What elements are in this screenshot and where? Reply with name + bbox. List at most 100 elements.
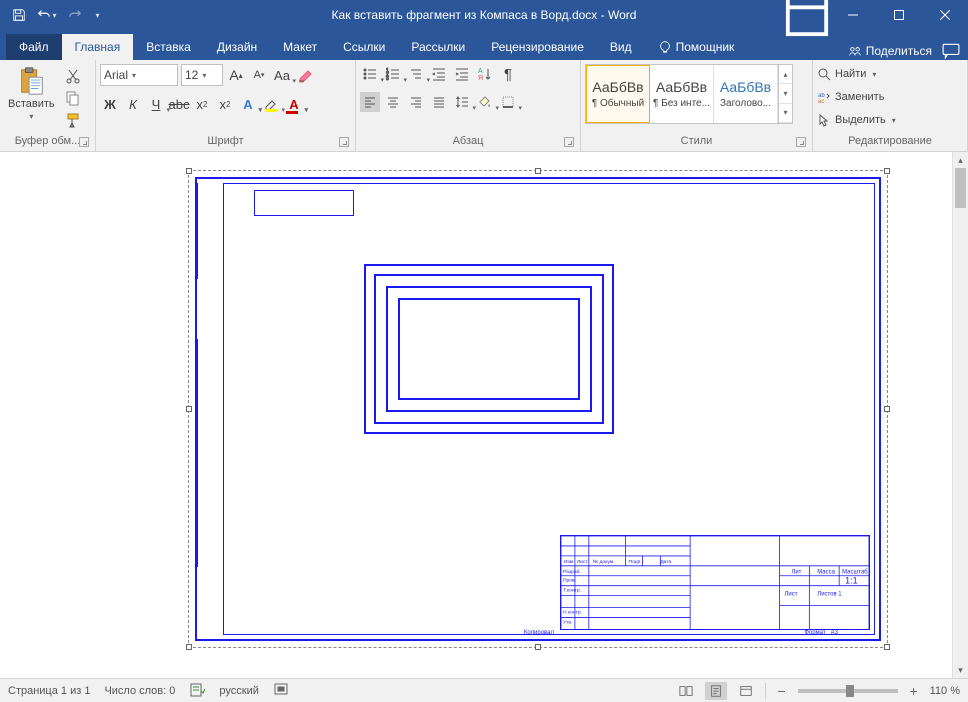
tab-file[interactable]: Файл [6,34,62,60]
bold-button[interactable]: Ж [100,94,120,114]
tab-mailings[interactable]: Рассылки [398,34,478,60]
tell-me-input[interactable]: Помощник [645,34,748,60]
paragraph-dialog-launcher[interactable] [564,137,574,147]
status-proofing-icon[interactable] [189,681,205,700]
svg-text:Н.контр.: Н.контр. [563,609,582,615]
tab-review[interactable]: Рецензирование [478,34,597,60]
replace-button[interactable]: abacЗаменить [817,87,896,107]
view-print-button[interactable] [705,682,727,700]
minimize-button[interactable] [830,0,876,30]
highlight-button[interactable]: ▾ [261,94,281,114]
save-button[interactable] [6,2,32,28]
shrink-font-button[interactable]: A▾ [249,65,269,85]
zoom-in-button[interactable]: + [906,683,922,699]
clipboard-dialog-launcher[interactable] [79,137,89,147]
align-right-button[interactable] [406,92,426,112]
styles-gallery[interactable]: АаБбВв ¶ Обычный АаБбВв ¶ Без инте... Аа… [585,64,793,124]
change-case-button[interactable]: Aa▾ [272,65,292,85]
svg-text:Т.контр.: Т.контр. [563,588,581,594]
cut-button[interactable] [63,66,83,86]
font-family-combo[interactable]: Arial▾ [100,64,178,86]
vertical-scrollbar[interactable]: ▴ ▾ [952,152,968,678]
underline-button[interactable]: Ч▾ [146,94,166,114]
zoom-level[interactable]: 110 % [930,685,960,697]
tab-home[interactable]: Главная [62,34,134,60]
resize-handle[interactable] [535,168,541,174]
drawing-side-stamp [197,183,223,635]
zoom-slider[interactable] [798,689,898,693]
text-effects-button[interactable]: A▾ [238,94,258,114]
status-language[interactable]: русский [219,685,258,697]
qat-customize-button[interactable]: ▾ [90,2,104,28]
undo-button[interactable]: ▾ [34,2,60,28]
tab-insert[interactable]: Вставка [133,34,204,60]
font-dialog-launcher[interactable] [339,137,349,147]
resize-handle[interactable] [535,644,541,650]
close-button[interactable] [922,0,968,30]
selected-object[interactable]: Лит Масса Масштаб 1:1 Лист Листов 1 № до… [188,170,888,648]
scroll-thumb[interactable] [955,168,966,208]
multilevel-button[interactable]: ▾ [406,64,426,84]
svg-text:3: 3 [386,76,389,82]
resize-handle[interactable] [884,406,890,412]
show-marks-button[interactable]: ¶ [498,64,518,84]
line-spacing-button[interactable]: ▾ [452,92,472,112]
copy-button[interactable] [63,88,83,108]
styles-scroll-up[interactable]: ▴ [779,65,792,84]
increase-indent-button[interactable] [452,64,472,84]
svg-text:Утв.: Утв. [563,619,572,625]
share-button[interactable]: Поделиться [848,44,932,58]
tab-layout[interactable]: Макет [270,34,330,60]
shading-button[interactable]: ▾ [475,92,495,112]
view-web-button[interactable] [735,682,757,700]
decrease-indent-button[interactable] [429,64,449,84]
subscript-button[interactable]: x2 [192,94,212,114]
tab-references[interactable]: Ссылки [330,34,398,60]
strike-button[interactable]: abc [169,94,189,114]
select-button[interactable]: Выделить▾ [817,110,896,130]
styles-expand[interactable]: ▾ [779,104,792,123]
document-area[interactable]: Лит Масса Масштаб 1:1 Лист Листов 1 № до… [0,152,952,678]
superscript-button[interactable]: x2 [215,94,235,114]
font-size-combo[interactable]: 12▾ [181,64,223,86]
style-heading1[interactable]: АаБбВв Заголово... [714,65,778,123]
styles-dialog-launcher[interactable] [796,137,806,147]
numbering-button[interactable]: 123▾ [383,64,403,84]
align-left-button[interactable] [360,92,380,112]
sort-button[interactable]: AЯ [475,64,495,84]
style-no-spacing[interactable]: АаБбВв ¶ Без инте... [650,65,714,123]
ribbon-display-button[interactable] [784,0,830,30]
align-center-button[interactable] [383,92,403,112]
scroll-down-button[interactable]: ▾ [953,662,968,678]
scroll-up-button[interactable]: ▴ [953,152,968,168]
status-macro-icon[interactable] [273,681,289,700]
justify-button[interactable] [429,92,449,112]
resize-handle[interactable] [186,168,192,174]
resize-handle[interactable] [884,168,890,174]
styles-scroll-down[interactable]: ▾ [779,84,792,103]
maximize-button[interactable] [876,0,922,30]
resize-handle[interactable] [884,644,890,650]
status-words[interactable]: Число слов: 0 [104,685,175,697]
zoom-out-button[interactable]: − [774,683,790,699]
paste-button[interactable]: Вставить ▾ [4,64,59,123]
status-page[interactable]: Страница 1 из 1 [8,685,90,697]
italic-button[interactable]: К [123,94,143,114]
format-painter-button[interactable] [63,110,83,130]
borders-button[interactable]: ▾ [498,92,518,112]
bullets-button[interactable]: ▾ [360,64,380,84]
tab-design[interactable]: Дизайн [204,34,270,60]
font-color-button[interactable]: A▾ [284,94,304,114]
style-normal[interactable]: АаБбВв ¶ Обычный [586,65,650,123]
view-read-button[interactable] [675,682,697,700]
resize-handle[interactable] [186,406,192,412]
resize-handle[interactable] [186,644,192,650]
clear-formatting-button[interactable] [295,65,315,85]
find-button[interactable]: Найти▾ [817,64,896,84]
tab-view[interactable]: Вид [597,34,645,60]
comments-icon[interactable] [942,42,960,60]
drawing-frame: Лит Масса Масштаб 1:1 Лист Листов 1 № до… [223,183,875,635]
redo-button[interactable] [62,2,88,28]
grow-font-button[interactable]: A▴ [226,65,246,85]
svg-text:A: A [478,68,483,75]
